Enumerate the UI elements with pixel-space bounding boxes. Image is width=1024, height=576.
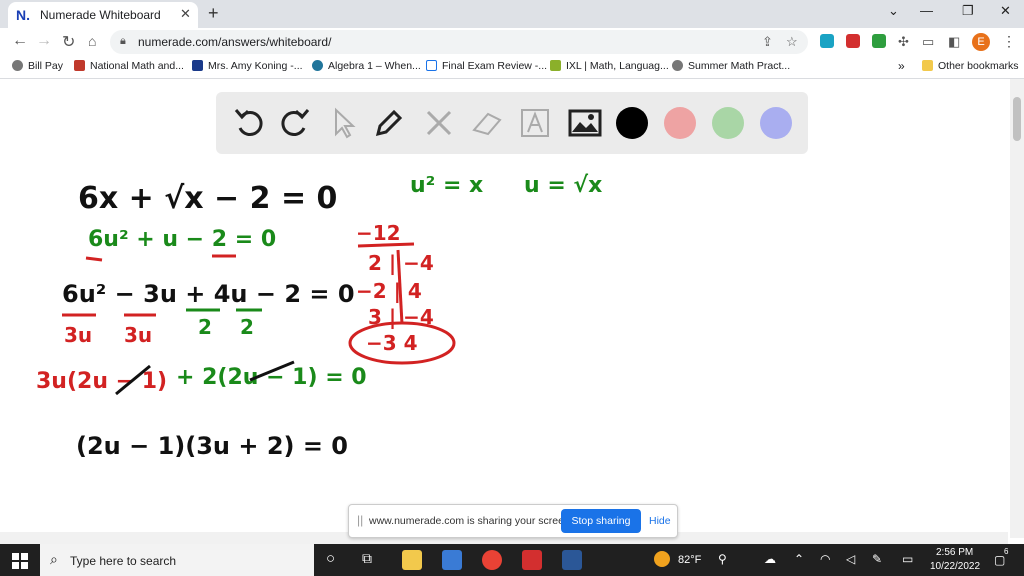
weather-icon[interactable]	[654, 551, 670, 567]
extension-icon[interactable]	[820, 34, 834, 48]
globe-icon	[672, 60, 683, 71]
address-bar[interactable]: 🔒︎ numerade.com/answers/whiteboard/ ⇪ ☆	[110, 30, 808, 54]
math-line: −3 4	[366, 331, 418, 355]
search-placeholder: Type here to search	[70, 554, 177, 568]
profile-avatar[interactable]: E	[972, 33, 990, 51]
folder-icon	[922, 60, 933, 71]
table-rule	[357, 242, 415, 248]
math-line: 2 | −4	[368, 251, 434, 275]
math-line: (2u − 1)(3u + 2) = 0	[76, 432, 348, 460]
bookmark-item[interactable]: Mrs. Amy Koning -...	[192, 60, 303, 72]
share-message: www.numerade.com is sharing your screen.	[369, 515, 573, 527]
keyboard-icon[interactable]: ▭	[902, 552, 913, 566]
math-line: 6u² − 3u + 4u − 2 = 0	[62, 280, 355, 308]
store-icon[interactable]	[442, 550, 462, 570]
doc-icon	[426, 60, 437, 71]
drag-handle-icon[interactable]: ||	[357, 513, 363, 527]
math-line: + 2(2u − 1) = 0	[176, 365, 367, 390]
numerade-icon	[74, 60, 85, 71]
acrobat-icon[interactable]	[522, 550, 542, 570]
cast-icon[interactable]: ▭	[922, 34, 934, 50]
search-icon: ⌕	[50, 551, 58, 567]
file-explorer-icon[interactable]	[402, 550, 422, 570]
wifi-icon[interactable]: ◠	[820, 552, 830, 566]
bookmark-star-icon[interactable]: ☆	[786, 34, 798, 50]
browser-tab[interactable]: N. Numerade Whiteboard ✕	[8, 2, 198, 28]
volume-icon[interactable]: ◁	[846, 552, 855, 566]
pdf-extension-icon[interactable]	[846, 34, 860, 48]
math-line: 3u(2u − 1)	[36, 369, 167, 394]
globe-icon	[12, 60, 23, 71]
handwritten-math: 6x + √x − 2 = 0 u² = x u = √x 6u² + u − …	[36, 173, 602, 460]
extension-icon[interactable]	[872, 34, 886, 48]
tab-search-icon[interactable]: ⌄	[888, 3, 899, 19]
people-icon[interactable]: ⚲	[718, 552, 727, 566]
bookmarks-bar: Bill Pay National Math and... Mrs. Amy K…	[0, 56, 1024, 79]
notification-count: 6	[1004, 547, 1009, 556]
word-icon[interactable]	[562, 550, 582, 570]
restore-icon[interactable]: ❐	[962, 3, 974, 19]
share-page-icon[interactable]: ⇪	[762, 34, 773, 50]
math-line: u = √x	[524, 173, 602, 198]
close-window-icon[interactable]: ✕	[1000, 3, 1011, 19]
math-line: 2	[198, 315, 212, 339]
vertical-scrollbar[interactable]	[1010, 79, 1024, 538]
taskbar: ⌕ Type here to search ○ ⧉ 82°F ⚲ ☁ ⌃ ◠ ◁…	[0, 544, 1024, 576]
other-bookmarks[interactable]: Other bookmarks	[922, 60, 1019, 72]
lock-icon[interactable]: 🔒︎	[120, 35, 126, 48]
close-tab-icon[interactable]: ✕	[180, 6, 191, 22]
windows-start-icon[interactable]	[12, 553, 28, 569]
math-line: −2 | 4	[356, 279, 422, 303]
taskbar-search[interactable]: ⌕ Type here to search	[40, 544, 314, 576]
url-text: numerade.com/answers/whiteboard/	[138, 35, 332, 49]
numerade-favicon-icon: N.	[16, 7, 30, 23]
home-icon[interactable]: ⌂	[88, 33, 96, 49]
pen-menu-icon[interactable]: ✎	[872, 552, 882, 566]
extensions-puzzle-icon[interactable]: ✣	[898, 34, 909, 50]
bookmark-item[interactable]: Algebra 1 – When...	[312, 60, 421, 72]
bookmark-item[interactable]: Bill Pay	[12, 60, 63, 72]
bookmark-item[interactable]: Summer Math Pract...	[672, 60, 790, 72]
minimize-icon[interactable]: —	[920, 3, 933, 18]
hide-button[interactable]: Hide	[649, 515, 671, 527]
math-line: −12	[356, 221, 401, 245]
browser-toolbar: ← → ↻ ⌂ 🔒︎ numerade.com/answers/whiteboa…	[0, 28, 1024, 56]
clock-date[interactable]: 10/22/2022	[930, 561, 980, 572]
ixl-icon	[550, 60, 561, 71]
clock-time[interactable]: 2:56 PM	[936, 547, 973, 558]
onedrive-icon[interactable]: ☁	[764, 552, 776, 566]
math-line: 3u	[64, 323, 92, 347]
bookmark-item[interactable]: Final Exam Review -...	[426, 60, 547, 72]
stop-sharing-button[interactable]: Stop sharing	[561, 509, 641, 533]
math-line: 2	[240, 315, 254, 339]
side-panel-icon[interactable]: ◧	[948, 34, 960, 50]
math-line: 6x + √x − 2 = 0	[78, 181, 337, 216]
underline-stroke	[85, 256, 103, 262]
math-line: u² = x	[410, 173, 483, 198]
back-icon[interactable]: ←	[12, 32, 28, 50]
screen-share-bar: || www.numerade.com is sharing your scre…	[348, 504, 678, 538]
tab-title: Numerade Whiteboard	[40, 8, 161, 22]
tab-strip: N. Numerade Whiteboard ✕ + ⌄ — ❐ ✕	[0, 0, 1024, 28]
new-tab-icon[interactable]: +	[208, 3, 219, 24]
forward-icon[interactable]: →	[36, 32, 52, 50]
math-line: 6u² + u − 2 = 0	[88, 227, 276, 252]
wordpress-icon	[312, 60, 323, 71]
classroom-icon	[192, 60, 203, 71]
reload-icon[interactable]: ↻	[62, 32, 75, 52]
task-view-icon[interactable]: ⧉	[362, 550, 372, 567]
scrollbar-thumb[interactable]	[1013, 97, 1021, 141]
cortana-icon[interactable]: ○	[326, 550, 335, 567]
menu-kebab-icon[interactable]: ⋮	[1002, 33, 1016, 50]
chrome-icon[interactable]	[482, 550, 502, 570]
tray-overflow-icon[interactable]: ⌃	[794, 552, 804, 566]
bookmark-item[interactable]: National Math and...	[74, 60, 184, 72]
weather-temp: 82°F	[678, 554, 702, 566]
bookmark-item[interactable]: IXL | Math, Languag...	[550, 60, 669, 72]
math-line: 3u	[124, 323, 152, 347]
bookmarks-overflow-icon[interactable]: »	[898, 59, 905, 73]
